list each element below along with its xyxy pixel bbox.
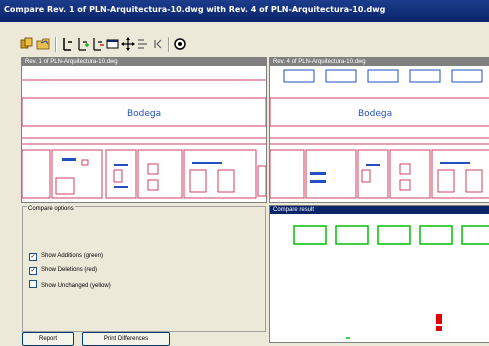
compare-options-group: Compare options ✓ Show Additions (green) … [22,206,266,332]
show-deletions-checkbox[interactable]: ✓ [29,267,37,275]
left-pane-title: Rev. 1 of PLN-Arquitectura-10.dwg [25,59,118,65]
compare-result-title: Compare result [273,207,315,213]
compare-result-pane[interactable]: Compare result [269,205,489,343]
left-drawing-pane[interactable]: Rev. 1 of PLN-Arquitectura-10.dwg Bodega [21,57,267,203]
previous-icon[interactable] [150,36,166,52]
print-differences-button[interactable]: Print Differences [82,332,170,346]
show-unchanged-option[interactable]: Show Unchanged (yellow) [29,280,111,289]
title-bar: Compare Rev. 1 of PLN-Arquitectura-10.dw… [0,0,489,22]
window-title: Compare Rev. 1 of PLN-Arquitectura-10.dw… [4,5,386,14]
right-pane-title: Rev. 4 of PLN-Arquitectura-10.dwg [273,59,366,65]
toolbar-separator [55,37,57,52]
pointer-delete-icon[interactable] [90,36,106,52]
compare-result-canvas [293,225,489,339]
toolbar-separator [168,37,170,52]
open-folder-icon[interactable] [36,36,52,52]
right-drawing-pane[interactable]: Rev. 4 of PLN-Arquitectura-10.dwg Bodega [269,57,489,203]
left-room-label: Bodega [127,109,161,119]
pointer-add-icon[interactable] [75,36,91,52]
left-drawing-canvas: Bodega [22,79,266,199]
toolbar [0,36,489,56]
compare-options-title: Compare options [27,206,75,212]
show-deletions-label: Show Deletions (red) [41,267,98,273]
save-compare-icon[interactable] [20,36,36,52]
pan-icon[interactable] [120,36,136,52]
show-unchanged-label: Show Unchanged (yellow) [41,283,111,289]
show-additions-option[interactable]: ✓ Show Additions (green) [29,252,103,261]
zoom-window-icon[interactable] [105,36,121,52]
right-room-label: Bodega [358,109,392,119]
show-deletions-option[interactable]: ✓ Show Deletions (red) [29,266,97,275]
right-pane-header: Rev. 4 of PLN-Arquitectura-10.dwg [270,58,489,66]
show-additions-checkbox[interactable]: ✓ [29,253,37,261]
report-button[interactable]: Report [22,332,74,346]
compare-result-header: Compare result [270,206,489,214]
show-additions-label: Show Additions (green) [41,253,104,259]
show-unchanged-checkbox[interactable] [29,280,37,288]
left-pane-header: Rev. 1 of PLN-Arquitectura-10.dwg [22,58,266,66]
pointer-icon[interactable] [60,36,76,52]
print-icon[interactable] [172,36,188,52]
right-drawing-canvas: Bodega [270,69,489,199]
sync-panes-icon[interactable] [135,36,151,52]
